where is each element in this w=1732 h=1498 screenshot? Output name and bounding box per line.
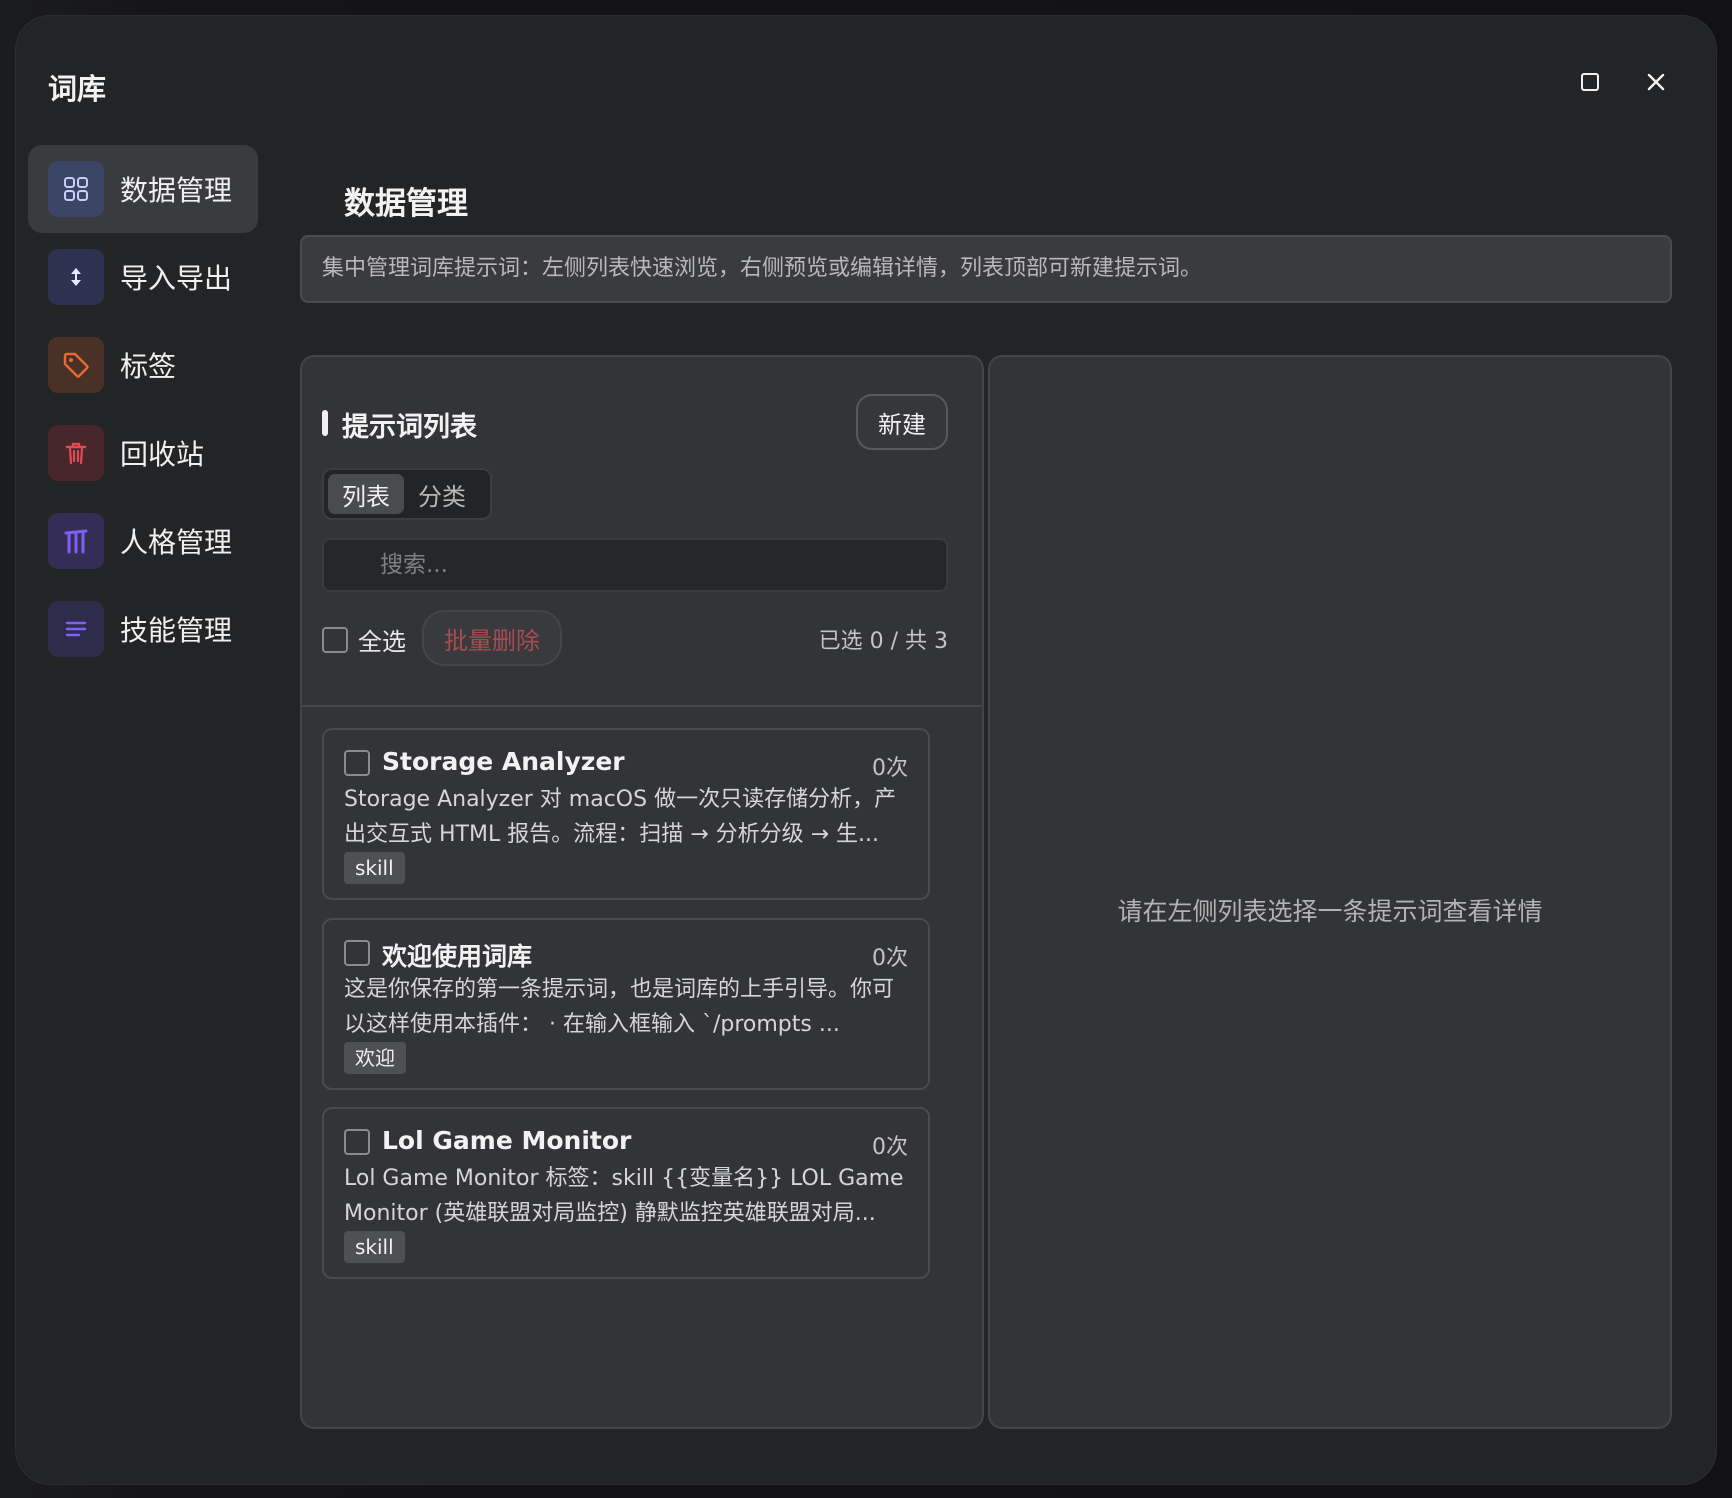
item-title: Lol Game Monitor [382, 1126, 632, 1155]
sidebar-item-label: 回收站 [120, 438, 205, 471]
prompt-detail-panel: 请在左侧列表选择一条提示词查看详情 [988, 355, 1672, 1429]
select-all[interactable]: 全选 [322, 622, 406, 657]
list-title: 提示词列表 [342, 412, 477, 443]
list-item[interactable]: Storage Analyzer 0次 Storage Analyzer 对 m… [322, 728, 930, 900]
select-all-checkbox[interactable] [322, 626, 348, 653]
item-tag: skill [344, 852, 405, 884]
list-item[interactable]: Lol Game Monitor 0次 Lol Game Monitor 标签：… [322, 1107, 930, 1279]
trash-icon [48, 425, 104, 481]
selection-count: 已选 0 / 共 3 [818, 629, 948, 654]
tag-icon [48, 337, 104, 393]
sidebar-item-label: 标签 [120, 350, 177, 383]
page-title: 数据管理 [344, 186, 468, 222]
close-button[interactable] [1636, 62, 1676, 102]
sidebar-item-data-management[interactable]: 数据管理 [28, 145, 258, 233]
item-checkbox[interactable] [344, 1129, 370, 1155]
item-description: Lol Game Monitor 标签：skill {{变量名}} LOL Ga… [344, 1166, 904, 1226]
sidebar-item-import-export[interactable]: 导入导出 [28, 233, 258, 321]
sidebar-item-label: 导入导出 [120, 262, 233, 295]
sidebar-item-label: 人格管理 [120, 526, 233, 559]
item-description: 这是你保存的第一条提示词，也是词库的上手引导。你可以这样使用本插件： · 在输入… [344, 977, 895, 1037]
detail-empty-state: 请在左侧列表选择一条提示词查看详情 [1117, 897, 1543, 926]
grid-icon [48, 161, 104, 217]
sidebar-item-skills[interactable]: 技能管理 [28, 585, 258, 673]
prompt-list-panel: 提示词列表 新建 列表 分类 全选 批量删除 已选 0 / 共 3 Storag… [300, 355, 984, 1429]
tab-category[interactable]: 分类 [404, 474, 480, 514]
sidebar-item-label: 数据管理 [120, 174, 233, 207]
search-input[interactable] [322, 538, 948, 592]
view-toggle: 列表 分类 [322, 468, 492, 520]
item-checkbox[interactable] [344, 940, 370, 966]
divider [302, 705, 982, 707]
select-all-label: 全选 [358, 628, 406, 656]
maximize-icon [1581, 73, 1599, 91]
skill-list-icon [48, 601, 104, 657]
new-prompt-button[interactable]: 新建 [856, 394, 948, 450]
item-title: Storage Analyzer [382, 747, 625, 776]
sidebar: 数据管理 导入导出 标签 回收站 人格管理 技能管理 [28, 145, 258, 673]
item-usage-count: 0次 [872, 756, 908, 781]
window-title: 词库 [48, 72, 107, 106]
library-window: 词库 数据管理 导入导出 标签 回收站 人格管理 技能管理 数据管理 集中管理词… [16, 16, 1716, 1484]
item-checkbox[interactable] [344, 750, 370, 776]
tab-list[interactable]: 列表 [328, 474, 404, 514]
sidebar-item-label: 技能管理 [120, 614, 233, 647]
item-usage-count: 0次 [872, 946, 908, 971]
section-marker [322, 410, 328, 436]
close-icon [1647, 73, 1665, 91]
sidebar-item-tags[interactable]: 标签 [28, 321, 258, 409]
page-description: 集中管理词库提示词：左侧列表快速浏览，右侧预览或编辑详情，列表顶部可新建提示词。 [300, 235, 1672, 303]
item-title: 欢迎使用词库 [382, 942, 533, 971]
sidebar-item-recycle-bin[interactable]: 回收站 [28, 409, 258, 497]
sidebar-item-persona[interactable]: 人格管理 [28, 497, 258, 585]
item-tag: skill [344, 1231, 405, 1263]
item-description: Storage Analyzer 对 macOS 做一次只读存储分析，产出交互式… [344, 787, 897, 847]
list-item[interactable]: 欢迎使用词库 0次 这是你保存的第一条提示词，也是词库的上手引导。你可以这样使用… [322, 918, 930, 1090]
item-usage-count: 0次 [872, 1135, 908, 1160]
maximize-button[interactable] [1570, 62, 1610, 102]
import-export-icon [48, 249, 104, 305]
item-tag: 欢迎 [344, 1042, 406, 1074]
persona-icon [48, 513, 104, 569]
batch-delete-button[interactable]: 批量删除 [422, 610, 562, 666]
